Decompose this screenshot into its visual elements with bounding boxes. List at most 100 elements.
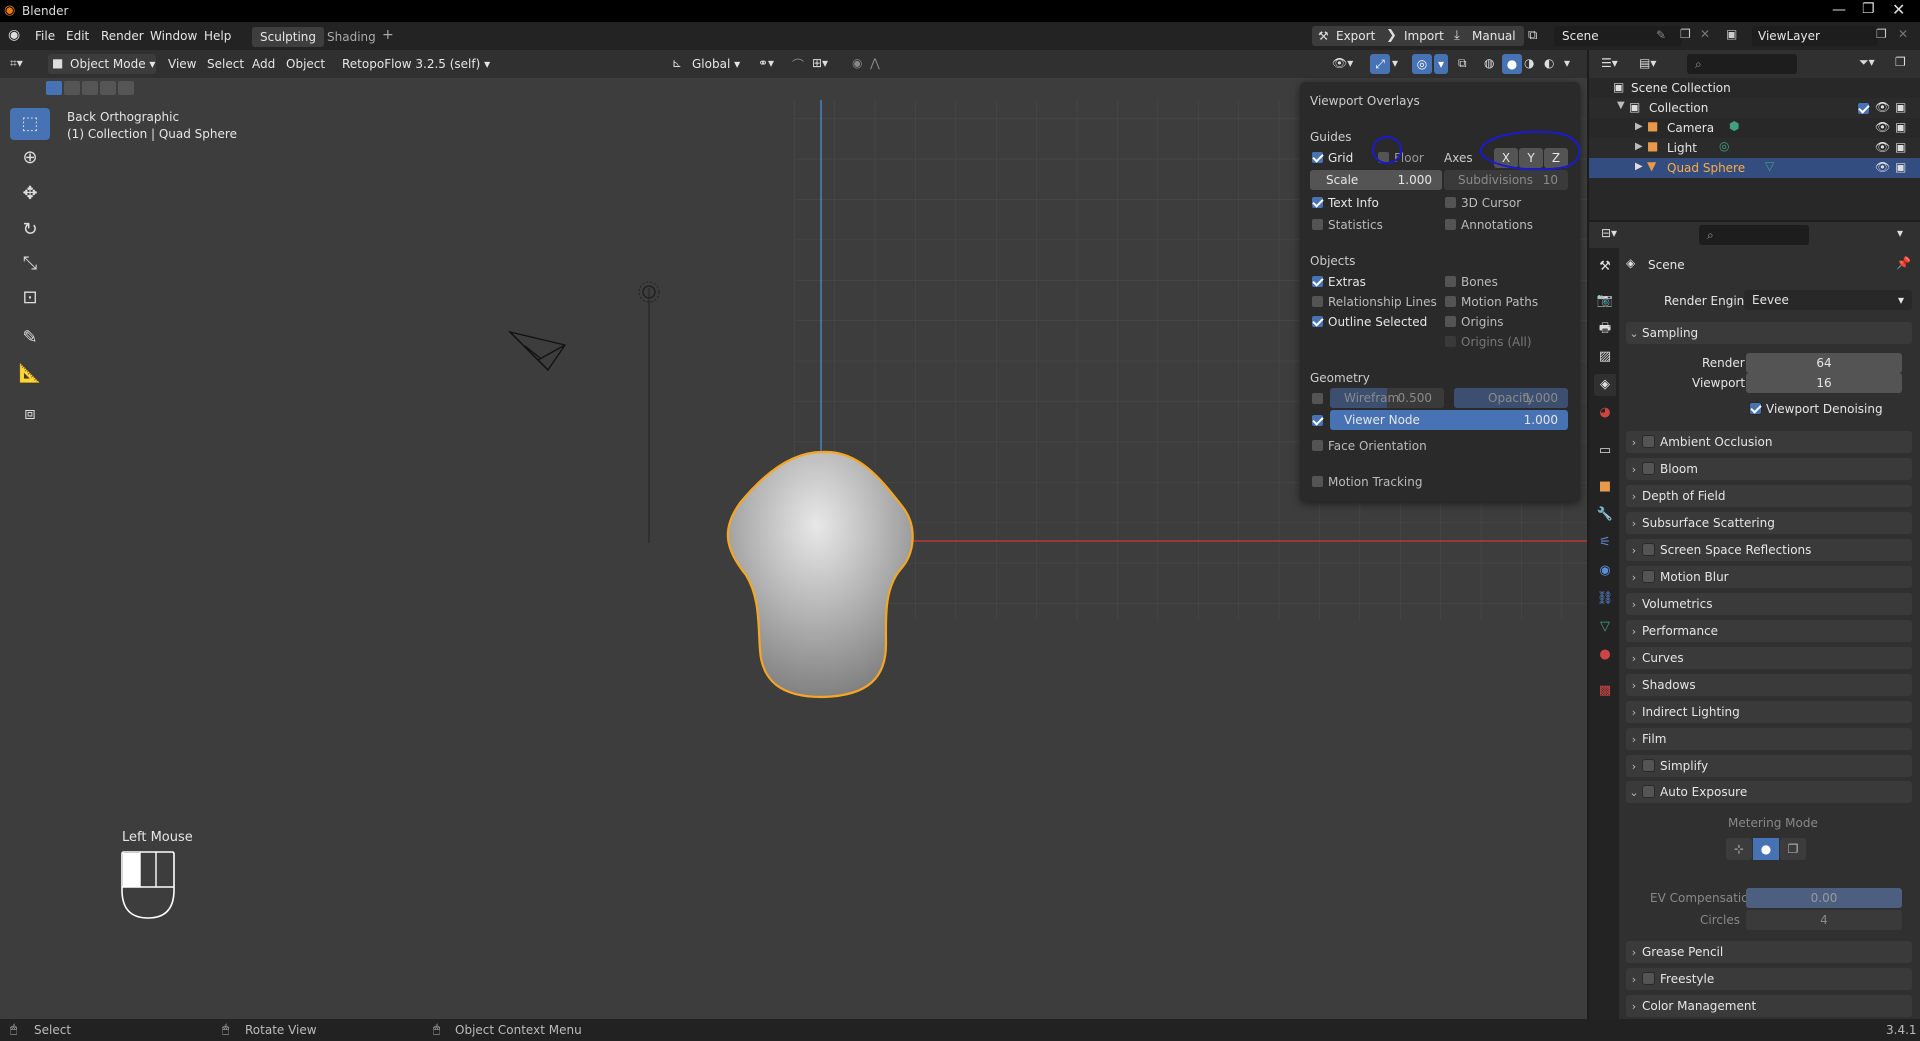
view-layer-icon[interactable]: ▣ xyxy=(1726,27,1737,41)
camera-data-icon[interactable]: ⬢ xyxy=(1729,119,1739,133)
outliner-row-scene-collection[interactable]: ▣ Scene Collection xyxy=(1589,78,1920,98)
select-new-icon[interactable] xyxy=(46,81,62,95)
extras-checkbox[interactable] xyxy=(1311,275,1324,288)
material-shading-icon[interactable]: ◑ xyxy=(1524,56,1534,70)
remove-view-layer-icon[interactable]: ✕ xyxy=(1898,27,1908,41)
falloff-icon[interactable]: ⋀ xyxy=(870,56,880,70)
move-tool-icon[interactable]: ✥ xyxy=(10,178,50,210)
annotations-checkbox[interactable] xyxy=(1444,218,1457,231)
new-collection-icon[interactable]: ❐ xyxy=(1895,55,1906,69)
blender-menu-icon[interactable]: ◉ xyxy=(8,27,20,43)
freestyle-checkbox[interactable] xyxy=(1642,972,1655,985)
output-tab-icon[interactable]: 🖶 xyxy=(1594,318,1616,340)
metering-mode-spot-icon[interactable]: ⊹ xyxy=(1726,838,1752,860)
view-layer-selector[interactable]: ViewLayer xyxy=(1752,26,1878,46)
origins-checkbox[interactable] xyxy=(1444,315,1457,328)
remove-scene-icon[interactable]: ✕ xyxy=(1700,27,1710,41)
motion-tracking-checkbox[interactable] xyxy=(1311,475,1324,488)
gizmo-dropdown-icon[interactable]: ▾ xyxy=(1392,56,1398,70)
rendered-shading-icon[interactable]: ◐ xyxy=(1544,56,1554,70)
modifier-tab-icon[interactable]: 🔧 xyxy=(1594,504,1616,526)
collapse-icon[interactable]: ▼ xyxy=(1617,100,1625,111)
texture-tab-icon[interactable]: ▩ xyxy=(1594,680,1616,702)
snap-target-icon[interactable]: ⊞▾ xyxy=(812,56,828,70)
properties-options-icon[interactable]: ▾ xyxy=(1897,226,1903,240)
outliner-row-quad-sphere[interactable]: ▶ ▼ Quad Sphere ▽ 👁 ▣ xyxy=(1589,158,1920,178)
transform-tool-icon[interactable]: ⊡ xyxy=(10,282,50,314)
scale-tool-icon[interactable]: ⤡ xyxy=(10,248,50,280)
object-mode-dropdown[interactable]: Object Mode ▾ xyxy=(48,54,156,74)
quad-sphere-object[interactable] xyxy=(726,450,914,699)
tab-sculpting[interactable]: Sculpting xyxy=(252,27,325,47)
render-samples-field[interactable]: 64 xyxy=(1746,353,1902,373)
overlays-toggle-icon[interactable]: ◎ xyxy=(1412,54,1432,74)
close-icon[interactable]: ✕ xyxy=(1892,0,1905,19)
pin-icon[interactable]: ✎ xyxy=(1656,28,1666,42)
select-subtract-icon[interactable] xyxy=(82,81,98,95)
collection-render-icon[interactable]: ▣ xyxy=(1895,100,1906,114)
outliner-row-collection[interactable]: ▼ ▣ Collection 👁 ▣ xyxy=(1589,98,1920,118)
film-panel-header[interactable]: › Film xyxy=(1626,728,1912,750)
performance-panel-header[interactable]: › Performance xyxy=(1626,620,1912,642)
solid-shading-icon[interactable]: ● xyxy=(1502,54,1522,74)
proportional-edit-icon[interactable]: ◉ xyxy=(852,56,862,70)
scene-icon[interactable]: ⧉ xyxy=(1528,28,1537,43)
select-intersect-icon[interactable] xyxy=(118,81,134,95)
menu-window[interactable]: Window xyxy=(150,29,197,43)
screen-space-reflections-panel-header[interactable]: › Screen Space Reflections xyxy=(1626,539,1912,561)
collection-eye-icon[interactable]: 👁 xyxy=(1875,100,1890,114)
render-engine-dropdown[interactable]: Eevee ▾ xyxy=(1744,290,1912,310)
metering-mode-center-icon[interactable]: ● xyxy=(1753,838,1779,860)
particles-tab-icon[interactable]: ⚟ xyxy=(1594,532,1616,554)
gizmo-toggle-icon[interactable]: ⤢ xyxy=(1370,54,1390,74)
menu-object[interactable]: Object xyxy=(286,57,325,71)
light-eye-icon[interactable]: 👁 xyxy=(1875,140,1890,154)
data-tab-icon[interactable]: ▽ xyxy=(1594,616,1616,638)
menu-help[interactable]: Help xyxy=(204,29,231,43)
render-tab-icon[interactable]: 📷 xyxy=(1594,290,1616,312)
rotate-tool-icon[interactable]: ↻ xyxy=(10,214,50,246)
circles-field[interactable]: 4 xyxy=(1746,910,1902,930)
sampling-panel-header[interactable]: ⌄ Sampling xyxy=(1626,322,1912,344)
properties-pin-icon[interactable]: 📌 xyxy=(1896,256,1911,270)
retopoflow-dropdown[interactable]: RetopoFlow 3.2.5 (self) ▾ xyxy=(334,54,499,74)
statistics-checkbox[interactable] xyxy=(1311,218,1324,231)
viewport-denoising-checkbox[interactable] xyxy=(1749,402,1762,415)
outliner-row-light[interactable]: ▶ ■ Light ◎ 👁 ▣ xyxy=(1589,138,1920,158)
quad-sphere-render-icon[interactable]: ▣ xyxy=(1895,160,1906,174)
color-management-panel-header[interactable]: › Color Management xyxy=(1626,995,1912,1017)
annotate-tool-icon[interactable]: ✎ xyxy=(10,322,50,354)
snap-icon[interactable]: ⌒ xyxy=(792,56,804,73)
menu-view[interactable]: View xyxy=(168,57,196,71)
cursor-tool-icon[interactable]: ⊕ xyxy=(10,142,50,174)
light-render-icon[interactable]: ▣ xyxy=(1895,140,1906,154)
indirect-lighting-panel-header[interactable]: › Indirect Lighting xyxy=(1626,701,1912,723)
orientation-dropdown[interactable]: Global ▾ xyxy=(686,54,746,74)
editor-type-icon[interactable]: ⌗▾ xyxy=(10,56,23,71)
motion-blur-panel-header[interactable]: › Motion Blur xyxy=(1626,566,1912,588)
motion-paths-checkbox[interactable] xyxy=(1444,295,1457,308)
new-view-layer-icon[interactable]: ❐ xyxy=(1876,27,1887,41)
volumetrics-panel-header[interactable]: › Volumetrics xyxy=(1626,593,1912,615)
menu-edit[interactable]: Edit xyxy=(66,29,89,43)
tool-tab-icon[interactable]: ⚒ xyxy=(1594,256,1616,278)
shadows-panel-header[interactable]: › Shadows xyxy=(1626,674,1912,696)
quad-sphere-eye-icon[interactable]: 👁 xyxy=(1875,160,1890,174)
light-data-icon[interactable]: ◎ xyxy=(1719,139,1729,153)
menu-render[interactable]: Render xyxy=(101,29,144,43)
menu-add[interactable]: Add xyxy=(252,57,275,71)
world-tab-icon[interactable]: ◕ xyxy=(1594,402,1616,424)
face-orientation-checkbox[interactable] xyxy=(1311,439,1324,452)
expand-icon[interactable]: ▶ xyxy=(1635,121,1643,132)
constraints-tab-icon[interactable]: ⛓ xyxy=(1594,588,1616,610)
select-extend-icon[interactable] xyxy=(64,81,80,95)
origins-all-checkbox[interactable] xyxy=(1444,335,1457,348)
outline-selected-checkbox[interactable] xyxy=(1311,315,1324,328)
viewport-samples-field[interactable]: 16 xyxy=(1746,373,1902,393)
wireframe-shading-icon[interactable]: ◍ xyxy=(1484,56,1494,70)
expand-icon[interactable]: ▶ xyxy=(1635,161,1643,172)
pivot-icon[interactable]: ⚭▾ xyxy=(758,56,774,70)
measure-tool-icon[interactable]: 📐 xyxy=(10,358,50,390)
motion-blur-checkbox[interactable] xyxy=(1642,570,1655,583)
view-layer-tab-icon[interactable]: ▨ xyxy=(1594,346,1616,368)
